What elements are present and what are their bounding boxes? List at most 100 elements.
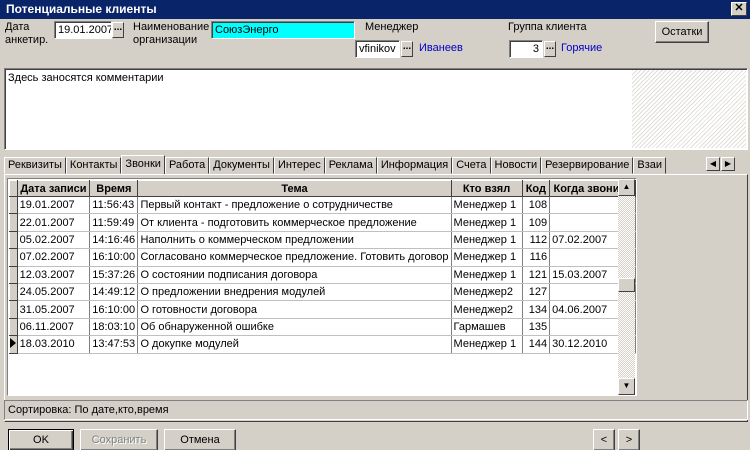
tab-1[interactable]: Контакты bbox=[65, 157, 122, 174]
scroll-down-button[interactable]: ▼ bbox=[618, 378, 635, 395]
tab-3[interactable]: Работа bbox=[164, 157, 210, 174]
table-cell[interactable]: 144 bbox=[522, 335, 551, 354]
table-cell[interactable]: 127 bbox=[522, 283, 551, 302]
save-button[interactable]: Сохранить bbox=[80, 429, 158, 450]
table-cell[interactable]: 13:47:53 bbox=[89, 335, 139, 354]
tab-5[interactable]: Интерес bbox=[273, 157, 325, 174]
scroll-thumb[interactable] bbox=[618, 278, 635, 292]
table-row[interactable]: 18.03.2010 13:47:53 О докупке модулей Менед… bbox=[9, 335, 636, 354]
row-indicator[interactable] bbox=[9, 282, 18, 302]
comment-memo[interactable]: Здесь заносятся комментарии bbox=[4, 68, 748, 150]
table-cell[interactable]: Согласовано коммерческое предложение. Го… bbox=[137, 248, 452, 267]
table-cell[interactable]: От клиента - подготовить коммерческое пр… bbox=[137, 213, 452, 232]
table-cell[interactable]: Об обнаруженной ошибке bbox=[137, 318, 452, 337]
tab-0[interactable]: Реквизиты bbox=[4, 157, 66, 174]
table-row[interactable]: 19.01.2007 11:56:43 Первый контакт - предл… bbox=[9, 195, 636, 215]
row-indicator[interactable] bbox=[9, 230, 18, 250]
table-cell[interactable]: 18:03:10 bbox=[89, 318, 139, 337]
manager-name-link[interactable]: Иванеев bbox=[419, 42, 463, 55]
remains-button[interactable]: Остатки bbox=[655, 21, 709, 43]
tab-6[interactable]: Реклама bbox=[324, 157, 377, 174]
client-group-picker-button[interactable]: ... bbox=[544, 41, 556, 57]
table-cell[interactable]: 24.05.2007 bbox=[17, 283, 91, 302]
table-cell[interactable]: О предложении внедрения модулей bbox=[137, 283, 452, 302]
table-cell[interactable]: Наполнить о коммерческом предложении bbox=[137, 231, 452, 250]
table-cell[interactable]: Первый контакт - предложение о сотруднич… bbox=[137, 196, 452, 215]
table-row[interactable]: 05.02.2007 14:16:46 Наполнить о коммерческ… bbox=[9, 230, 636, 250]
ok-button[interactable]: OK bbox=[8, 429, 74, 450]
table-cell[interactable]: 16:10:00 bbox=[89, 300, 139, 319]
table-cell[interactable]: 109 bbox=[522, 213, 551, 232]
column-header[interactable]: Тема bbox=[137, 180, 452, 197]
table-cell[interactable]: 19.01.2007 bbox=[17, 196, 91, 215]
table-cell[interactable]: Менеджер 1 bbox=[451, 196, 523, 215]
tab-10[interactable]: Резервирование bbox=[541, 157, 634, 174]
table-row[interactable]: 07.02.2007 16:10:00 Согласовано коммерческ… bbox=[9, 248, 636, 267]
table-cell[interactable]: Менеджер 1 bbox=[451, 335, 523, 354]
table-cell[interactable]: Менеджер 1 bbox=[451, 231, 523, 250]
table-cell[interactable]: 12.03.2007 bbox=[17, 266, 91, 284]
table-cell[interactable]: О докупке модулей bbox=[137, 335, 452, 354]
scroll-up-button[interactable]: ▲ bbox=[618, 179, 635, 196]
next-record-button[interactable]: > bbox=[618, 429, 640, 450]
grid-vertical-scrollbar[interactable]: ▲ ▼ bbox=[618, 179, 635, 395]
table-row[interactable]: 06.11.2007 18:03:10 Об обнаруженной ошибке… bbox=[9, 317, 636, 337]
cancel-button[interactable]: Отмена bbox=[164, 429, 236, 450]
tab-7[interactable]: Информация bbox=[376, 157, 453, 174]
org-name-field[interactable]: СоюзЭнерго bbox=[211, 21, 355, 39]
table-cell[interactable]: 05.02.2007 bbox=[17, 231, 91, 250]
tab-8[interactable]: Счета bbox=[452, 157, 491, 174]
tab-2[interactable]: Звонки bbox=[121, 155, 165, 174]
manager-login-field[interactable]: vfinikov bbox=[355, 40, 400, 58]
row-indicator[interactable] bbox=[9, 195, 18, 215]
table-row[interactable]: 12.03.2007 15:37:26 О состоянии подписания… bbox=[9, 265, 636, 284]
table-cell[interactable]: 31.05.2007 bbox=[17, 300, 91, 319]
table-cell[interactable]: 116 bbox=[522, 248, 551, 267]
table-cell[interactable]: Менеджер2 bbox=[451, 283, 523, 302]
table-cell[interactable]: Менеджер 1 bbox=[451, 266, 523, 284]
client-group-name-link[interactable]: Горячие bbox=[561, 42, 602, 55]
tab-scroll-left-button[interactable]: ◀ bbox=[706, 157, 720, 171]
tab-4[interactable]: Документы bbox=[209, 157, 274, 174]
tab-9[interactable]: Новости bbox=[490, 157, 542, 174]
table-cell[interactable]: 07.02.2007 bbox=[17, 248, 91, 267]
manager-picker-button[interactable]: ... bbox=[401, 41, 413, 57]
calls-grid[interactable]: Дата записи Время Тема Кто взял Код Когда зво… bbox=[7, 178, 637, 396]
table-cell[interactable]: Гармашев bbox=[451, 318, 523, 337]
tab-11[interactable]: Взаи bbox=[633, 157, 667, 174]
table-cell[interactable]: 15:37:26 bbox=[89, 266, 139, 284]
row-indicator[interactable] bbox=[9, 265, 18, 284]
table-row[interactable]: 31.05.2007 16:10:00 О готовности договора М… bbox=[9, 300, 636, 319]
table-cell[interactable]: 11:59:49 bbox=[89, 213, 139, 232]
table-cell[interactable]: 22.01.2007 bbox=[17, 213, 91, 232]
table-cell[interactable]: 134 bbox=[522, 300, 551, 319]
table-cell[interactable]: Менеджер 1 bbox=[451, 213, 523, 232]
column-header[interactable]: Кто взял bbox=[450, 180, 523, 197]
date-field[interactable]: 19.01.2007 bbox=[54, 21, 112, 39]
close-button[interactable]: ✕ bbox=[731, 2, 747, 16]
table-cell[interactable]: Менеджер 1 bbox=[451, 248, 523, 267]
table-cell[interactable]: 16:10:00 bbox=[89, 248, 139, 267]
table-cell[interactable]: Менеджер2 bbox=[451, 300, 523, 319]
row-indicator[interactable] bbox=[9, 213, 18, 232]
table-cell[interactable]: 108 bbox=[522, 196, 551, 215]
date-picker-button[interactable]: ... bbox=[112, 22, 124, 38]
table-row[interactable]: 22.01.2007 11:59:49 От клиента - подготови… bbox=[9, 213, 636, 232]
column-header[interactable]: Дата записи bbox=[16, 180, 91, 197]
table-cell[interactable]: 135 bbox=[522, 318, 551, 337]
table-cell[interactable]: 121 bbox=[522, 266, 551, 284]
table-cell[interactable]: 14:16:46 bbox=[89, 231, 139, 250]
table-cell[interactable]: О готовности договора bbox=[137, 300, 452, 319]
row-indicator[interactable] bbox=[9, 248, 18, 267]
table-cell[interactable]: 06.11.2007 bbox=[17, 318, 91, 337]
prev-record-button[interactable]: < bbox=[593, 429, 615, 450]
table-cell[interactable]: О состоянии подписания договора bbox=[137, 266, 452, 284]
row-indicator[interactable] bbox=[9, 317, 18, 337]
table-row[interactable]: 24.05.2007 14:49:12 О предложении внедрени… bbox=[9, 282, 636, 302]
row-indicator[interactable] bbox=[9, 335, 18, 354]
table-cell[interactable]: 11:56:43 bbox=[89, 196, 139, 215]
client-group-field[interactable]: 3 bbox=[509, 40, 543, 58]
tab-scroll-right-button[interactable]: ▶ bbox=[721, 157, 735, 171]
table-cell[interactable]: 112 bbox=[522, 231, 551, 250]
table-cell[interactable]: 18.03.2010 bbox=[17, 335, 91, 354]
